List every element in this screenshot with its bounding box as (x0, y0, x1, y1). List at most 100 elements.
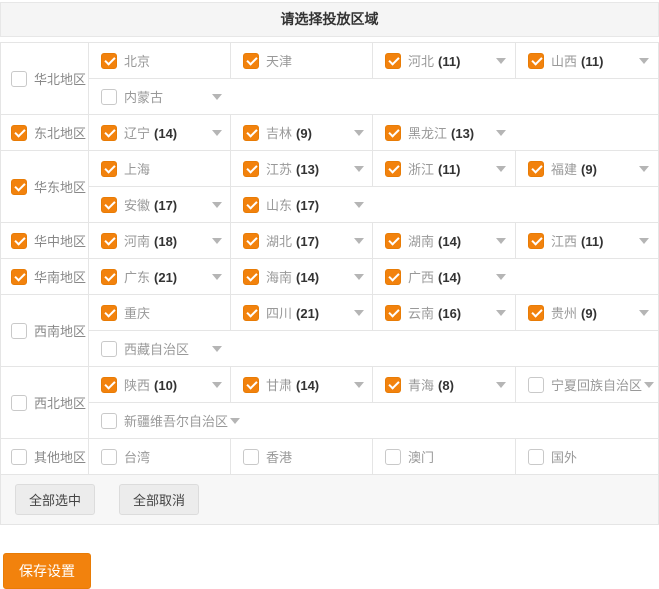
deselect-all-button[interactable]: 全部取消 (119, 484, 199, 515)
chevron-down-icon[interactable] (354, 130, 364, 136)
province-cell: 河北(11) (373, 43, 516, 79)
region-row: 安徽(17)山东(17) (1, 187, 659, 223)
region-checkbox[interactable] (11, 179, 27, 195)
province-label: 黑龙江(13) (408, 123, 494, 142)
chevron-down-icon[interactable] (354, 274, 364, 280)
chevron-down-icon[interactable] (354, 202, 364, 208)
region-checkbox[interactable] (11, 233, 27, 249)
province-cell: 四川(21) (231, 295, 373, 331)
province-checkbox[interactable] (385, 125, 401, 141)
province-checkbox[interactable] (101, 305, 117, 321)
province-checkbox[interactable] (101, 269, 117, 285)
province-checkbox[interactable] (528, 233, 544, 249)
province-count: (8) (438, 378, 454, 393)
chevron-down-icon[interactable] (354, 166, 364, 172)
province-checkbox[interactable] (528, 449, 544, 465)
province-cell: 河南(18) (89, 223, 231, 259)
province-checkbox[interactable] (101, 233, 117, 249)
province-count: (17) (296, 234, 319, 249)
chevron-down-icon[interactable] (230, 418, 240, 424)
province-checkbox[interactable] (385, 233, 401, 249)
chevron-down-icon[interactable] (212, 346, 222, 352)
chevron-down-icon[interactable] (639, 58, 649, 64)
province-checkbox[interactable] (385, 53, 401, 69)
chevron-down-icon[interactable] (639, 310, 649, 316)
region-label: 华南地区 (34, 267, 86, 286)
chevron-down-icon[interactable] (496, 130, 506, 136)
province-checkbox[interactable] (101, 413, 117, 429)
chevron-down-icon[interactable] (354, 310, 364, 316)
region-row: 新疆维吾尔自治区 (1, 403, 659, 439)
chevron-down-icon[interactable] (354, 238, 364, 244)
province-checkbox[interactable] (385, 269, 401, 285)
region-label: 其他地区 (34, 447, 86, 466)
province-count: (14) (438, 234, 461, 249)
province-checkbox[interactable] (385, 305, 401, 321)
chevron-down-icon[interactable] (496, 274, 506, 280)
province-cell: 上海 (89, 151, 231, 187)
province-cell: 澳门 (373, 439, 516, 475)
province-checkbox[interactable] (385, 161, 401, 177)
chevron-down-icon[interactable] (644, 382, 654, 388)
chevron-down-icon[interactable] (212, 382, 222, 388)
region-checkbox[interactable] (11, 449, 27, 465)
province-checkbox[interactable] (528, 377, 544, 393)
save-settings-button[interactable]: 保存设置 (3, 553, 91, 589)
province-checkbox[interactable] (528, 305, 544, 321)
province-item: 西藏自治区 (89, 339, 658, 358)
region-label: 西南地区 (34, 321, 86, 340)
province-checkbox[interactable] (101, 449, 117, 465)
region-checkbox[interactable] (11, 125, 27, 141)
chevron-down-icon[interactable] (496, 382, 506, 388)
chevron-down-icon[interactable] (212, 274, 222, 280)
province-checkbox[interactable] (101, 377, 117, 393)
province-checkbox[interactable] (243, 125, 259, 141)
province-cell: 北京 (89, 43, 231, 79)
province-checkbox[interactable] (243, 53, 259, 69)
select-all-button[interactable]: 全部选中 (15, 484, 95, 515)
chevron-down-icon[interactable] (639, 238, 649, 244)
province-item: 辽宁(14) (89, 123, 230, 142)
province-label: 广西(14) (408, 267, 494, 286)
province-checkbox[interactable] (243, 305, 259, 321)
province-checkbox[interactable] (101, 89, 117, 105)
chevron-down-icon[interactable] (212, 130, 222, 136)
province-checkbox[interactable] (528, 53, 544, 69)
province-count: (17) (296, 198, 319, 213)
province-checkbox[interactable] (243, 269, 259, 285)
province-checkbox[interactable] (101, 197, 117, 213)
province-item: 河南(18) (89, 231, 230, 250)
province-cell: 海南(14) (231, 259, 373, 295)
region-checkbox[interactable] (11, 395, 27, 411)
province-item: 甘肃(14) (231, 375, 372, 394)
chevron-down-icon[interactable] (496, 58, 506, 64)
province-checkbox[interactable] (243, 449, 259, 465)
province-count: (11) (438, 54, 460, 69)
chevron-down-icon[interactable] (496, 166, 506, 172)
chevron-down-icon[interactable] (212, 202, 222, 208)
chevron-down-icon[interactable] (354, 382, 364, 388)
chevron-down-icon[interactable] (212, 94, 222, 100)
region-checkbox[interactable] (11, 71, 27, 87)
chevron-down-icon[interactable] (496, 310, 506, 316)
province-checkbox[interactable] (101, 125, 117, 141)
chevron-down-icon[interactable] (496, 238, 506, 244)
province-label: 云南(16) (408, 303, 494, 322)
chevron-down-icon[interactable] (212, 238, 222, 244)
province-cell: 江西(11) (516, 223, 659, 259)
province-checkbox[interactable] (101, 341, 117, 357)
province-count: (9) (581, 162, 597, 177)
province-checkbox[interactable] (243, 197, 259, 213)
province-checkbox[interactable] (528, 161, 544, 177)
province-checkbox[interactable] (243, 161, 259, 177)
province-checkbox[interactable] (385, 449, 401, 465)
province-checkbox[interactable] (243, 377, 259, 393)
region-checkbox[interactable] (11, 323, 27, 339)
province-checkbox[interactable] (101, 161, 117, 177)
province-checkbox[interactable] (385, 377, 401, 393)
province-checkbox[interactable] (101, 53, 117, 69)
province-checkbox[interactable] (243, 233, 259, 249)
region-checkbox[interactable] (11, 269, 27, 285)
chevron-down-icon[interactable] (639, 166, 649, 172)
province-count: (9) (581, 306, 597, 321)
